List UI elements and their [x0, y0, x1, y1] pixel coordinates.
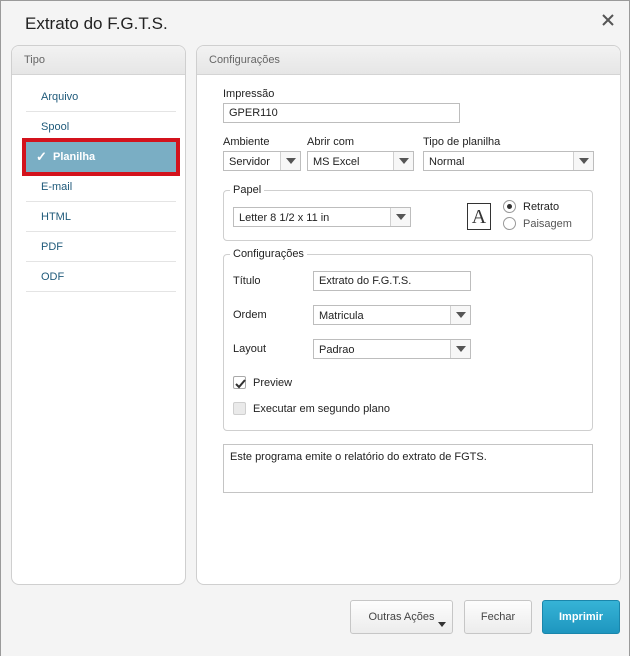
caret-down-icon [438, 622, 446, 627]
retrato-label: Retrato [523, 201, 560, 213]
ambiente-select[interactable]: Servidor [223, 151, 301, 171]
report-dialog: Extrato do F.G.T.S. Tipo Arquivo Spool ✓… [0, 0, 630, 656]
abrir-com-label: Abrir com [307, 136, 355, 148]
imprimir-label: Imprimir [558, 611, 603, 623]
footer-bar: Outras Ações Fechar Imprimir [1, 586, 629, 656]
ordem-label: Ordem [233, 309, 267, 321]
outras-acoes-label: Outras Ações [368, 611, 435, 623]
tipo-item-label: Planilha [53, 151, 96, 163]
ordem-value: Matricula [319, 310, 364, 322]
configuracoes-group: Configurações Título Extrato do F.G.T.S.… [223, 248, 593, 431]
configuracoes-legend: Configurações [230, 248, 307, 260]
chevron-down-icon [390, 208, 410, 226]
tipo-item-planilha[interactable]: ✓ Planilha [22, 138, 180, 176]
papel-legend: Papel [230, 184, 265, 196]
tipo-item-spool[interactable]: Spool [26, 112, 176, 142]
layout-label: Layout [233, 343, 267, 355]
paper-size-value: Letter 8 1/2 x 11 in [239, 212, 330, 224]
tipo-item-label: Spool [41, 121, 70, 133]
impressao-input[interactable]: GPER110 [223, 103, 460, 123]
layout-value: Padrao [319, 344, 355, 356]
tipo-planilha-select[interactable]: Normal [423, 151, 594, 171]
ambiente-value: Servidor [229, 156, 270, 168]
chevron-down-icon [573, 152, 593, 170]
tipo-item-label: PDF [41, 241, 63, 253]
layout-select[interactable]: Padrao [313, 339, 471, 359]
imprimir-button[interactable]: Imprimir [542, 600, 620, 634]
tipo-list: Arquivo Spool ✓ Planilha E-mail HTML PDF… [22, 82, 180, 292]
tipo-item-label: Arquivo [41, 91, 79, 103]
chevron-down-icon [393, 152, 413, 170]
chevron-down-icon [450, 306, 470, 324]
chevron-down-icon [280, 152, 300, 170]
tipo-item-pdf[interactable]: PDF [26, 232, 176, 262]
segundo-plano-label: Executar em segundo plano [253, 403, 390, 415]
configuracoes-panel: Configurações Impressão GPER110 Ambiente… [196, 45, 621, 585]
abrir-com-value: MS Excel [313, 156, 360, 168]
abrir-com-select[interactable]: MS Excel [307, 151, 414, 171]
tipo-item-html[interactable]: HTML [26, 202, 176, 232]
chevron-down-icon [450, 340, 470, 358]
tipo-item-label: HTML [41, 211, 71, 223]
tipo-item-odf[interactable]: ODF [26, 262, 176, 292]
tipo-planilha-label: Tipo de planilha [423, 136, 501, 148]
fechar-button[interactable]: Fechar [464, 600, 532, 634]
segundo-plano-checkbox[interactable] [233, 402, 246, 415]
ordem-select[interactable]: Matricula [313, 305, 471, 325]
close-icon[interactable] [601, 13, 615, 27]
tipo-item-arquivo[interactable]: Arquivo [26, 82, 176, 112]
retrato-radio[interactable] [503, 200, 516, 213]
preview-label: Preview [253, 377, 293, 389]
outras-acoes-button[interactable]: Outras Ações [350, 600, 453, 634]
fechar-label: Fechar [480, 611, 516, 623]
tipo-panel: Tipo Arquivo Spool ✓ Planilha E-mail HTM… [11, 45, 186, 585]
titulo-input[interactable]: Extrato do F.G.T.S. [313, 271, 471, 291]
tipo-item-email[interactable]: E-mail [26, 172, 176, 202]
checkmark-icon: ✓ [36, 149, 47, 164]
titulo-label: Título [233, 275, 261, 287]
impressao-label: Impressão [223, 88, 275, 100]
papel-group: Papel Letter 8 1/2 x 11 in A Retrato Pai… [223, 184, 593, 241]
tipo-item-label: E-mail [41, 181, 73, 193]
ambiente-label: Ambiente [223, 136, 270, 148]
tipo-header: Tipo [12, 46, 185, 75]
check-icon [235, 379, 246, 389]
title-bar: Extrato do F.G.T.S. [1, 1, 629, 43]
paper-orientation-icon: A [467, 203, 491, 230]
tipo-item-label: ODF [41, 271, 65, 283]
paper-size-select[interactable]: Letter 8 1/2 x 11 in [233, 207, 411, 227]
description-box: Este programa emite o relatório do extra… [223, 444, 593, 493]
configuracoes-header: Configurações [197, 46, 620, 75]
dialog-title: Extrato do F.G.T.S. [25, 14, 168, 33]
paisagem-label: Paisagem [523, 218, 572, 230]
preview-checkbox[interactable] [233, 376, 246, 389]
paisagem-radio[interactable] [503, 217, 516, 230]
tipo-planilha-value: Normal [429, 156, 465, 168]
